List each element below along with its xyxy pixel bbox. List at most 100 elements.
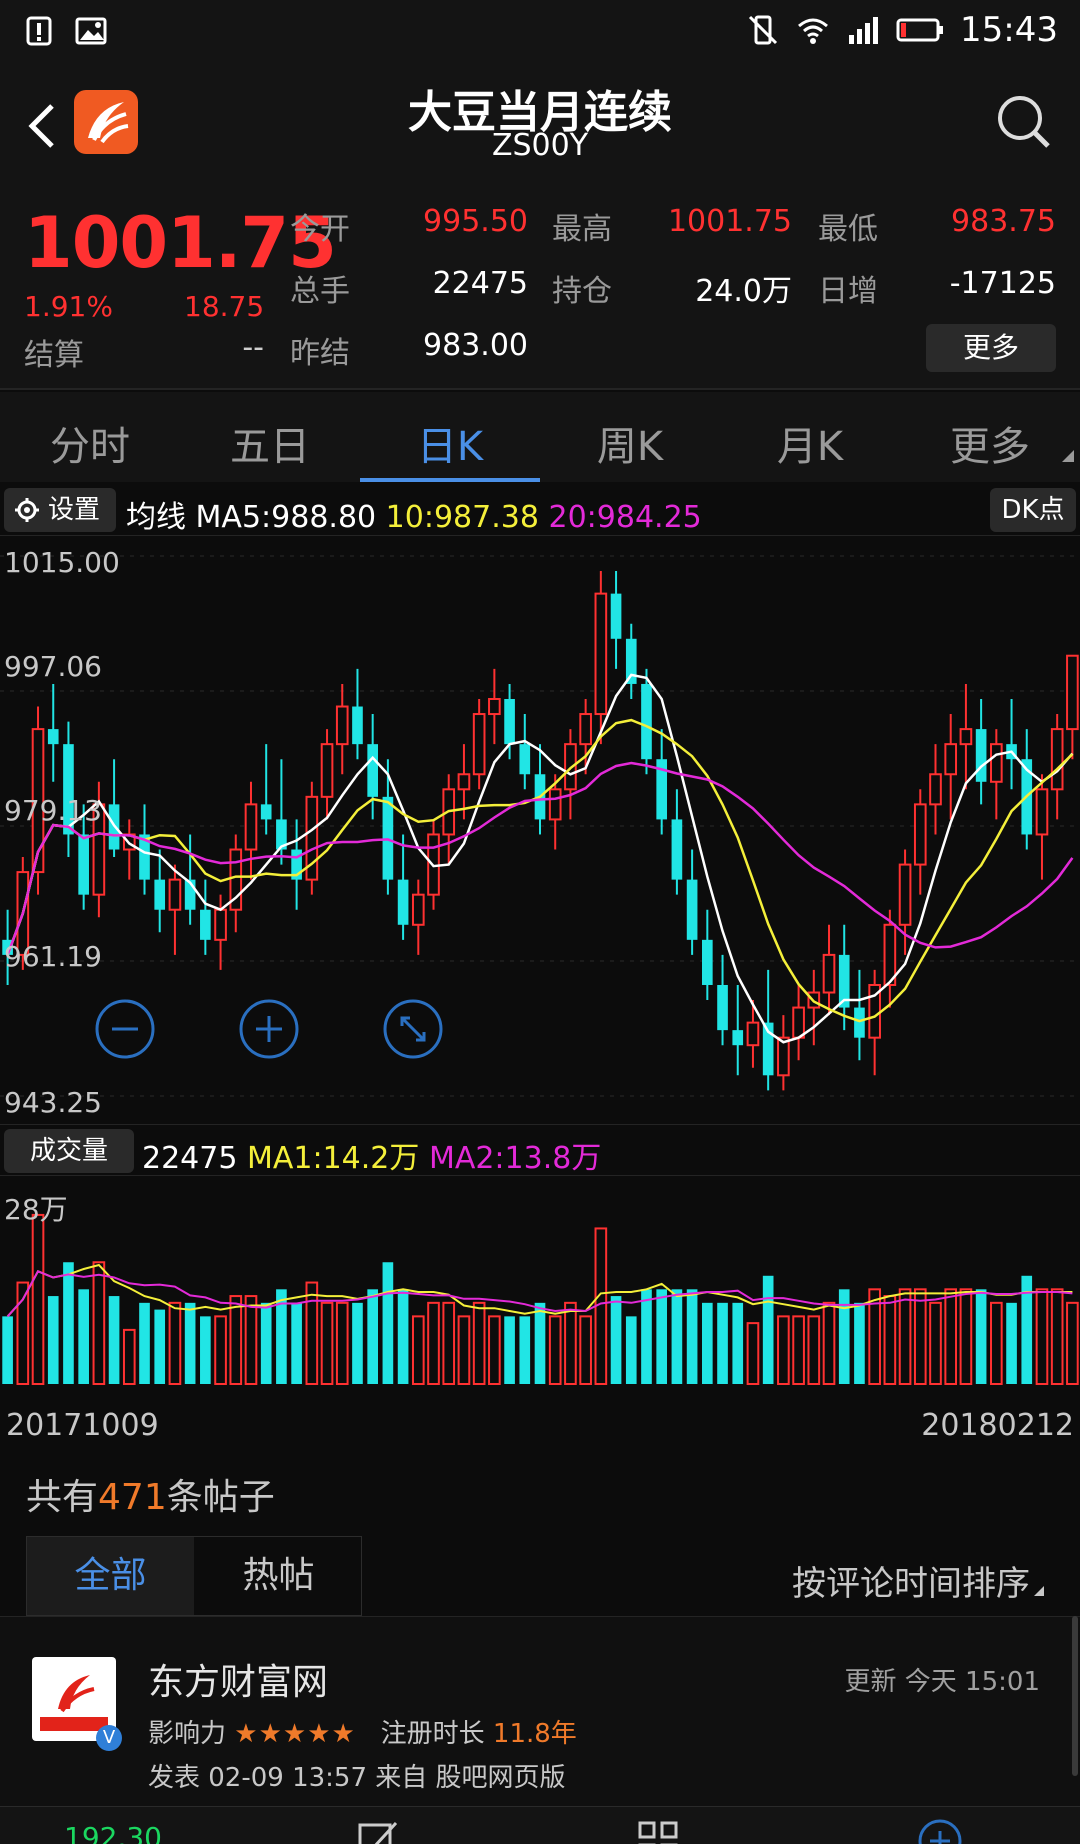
volume-bar-up xyxy=(1050,1288,1064,1385)
volume-bar-up xyxy=(807,1315,821,1385)
low-label: 最低 xyxy=(818,212,878,247)
scrollbar[interactable] xyxy=(1072,1616,1078,1776)
candle-down xyxy=(686,879,698,940)
high-value: 1001.75 xyxy=(667,204,792,239)
candle-down xyxy=(732,1030,744,1046)
candle-up xyxy=(990,743,1003,783)
candle-down xyxy=(641,683,652,760)
volume-bar-down xyxy=(1006,1302,1017,1384)
grid-icon[interactable] xyxy=(634,1817,682,1844)
tab-monthly-k[interactable]: 月K xyxy=(720,414,900,472)
volume-value: 22475 xyxy=(432,266,528,301)
volume-bar-down xyxy=(656,1289,668,1384)
edit-icon[interactable] xyxy=(354,1817,402,1844)
candle-down xyxy=(671,819,683,880)
change-percent: 1.91% xyxy=(24,290,113,323)
candle-up xyxy=(457,773,471,791)
candle-down xyxy=(367,744,378,797)
candle-up xyxy=(959,728,973,746)
post-author[interactable]: 东方财富网 xyxy=(148,1653,328,1705)
candle-up xyxy=(1066,654,1079,731)
post-item[interactable]: V 东方财富网 更新 今天 15:01 影响力 ★★★★★ 注册时长 11.8年… xyxy=(0,1616,1080,1806)
tab-all-posts[interactable]: 全部 xyxy=(27,1537,194,1615)
candle-up xyxy=(411,893,425,926)
volume-bar-down xyxy=(686,1289,698,1384)
candle-up xyxy=(929,773,942,806)
candle-up xyxy=(913,803,927,866)
date-end: 20180212 xyxy=(921,1408,1074,1443)
more-triangle-icon xyxy=(1062,450,1074,462)
candle-up xyxy=(898,863,912,926)
open-interest-label: 持仓 xyxy=(552,274,612,309)
settle-value: -- xyxy=(242,330,264,365)
candle-up xyxy=(335,705,349,746)
candle-up xyxy=(168,878,182,911)
volume-bar-up xyxy=(305,1281,319,1385)
low-value: 983.75 xyxy=(951,204,1056,239)
contract-code: ZS00Y xyxy=(491,128,589,163)
volume-bar-up xyxy=(122,1328,136,1386)
status-bar: 15:43 xyxy=(0,0,1080,62)
wifi-icon xyxy=(798,18,828,44)
volume-value: 22475 xyxy=(142,1141,238,1176)
bottom-price[interactable]: 192.30 xyxy=(64,1821,162,1844)
volume-bar-down xyxy=(854,1302,865,1384)
search-icon[interactable] xyxy=(994,92,1054,152)
settings-button[interactable]: 设置 xyxy=(4,488,116,532)
volume-bar-down xyxy=(260,1302,272,1384)
fullscreen-icon[interactable] xyxy=(382,998,444,1060)
volume-bar-up xyxy=(746,1322,760,1385)
tab-five-day[interactable]: 五日 xyxy=(180,414,360,472)
candlestick-chart[interactable]: 1015.00 997.06 979.13 961.19 943.25 xyxy=(0,536,1080,1124)
prev-settle-label: 昨结 xyxy=(290,336,350,371)
period-tabs: 分时 五日 日K 周K 月K 更多 xyxy=(0,392,1080,482)
volume-bar-down xyxy=(184,1302,196,1384)
posts-count: 共有471条帖子 xyxy=(26,1477,275,1518)
zoom-in-icon[interactable] xyxy=(238,998,300,1060)
tab-intraday[interactable]: 分时 xyxy=(0,414,180,472)
volume-values: 22475 MA1:14.2万 MA2:13.8万 xyxy=(142,1133,601,1177)
volume-max-label: 28万 xyxy=(4,1193,68,1226)
volume-bar-up xyxy=(959,1288,973,1385)
volume-bar-up xyxy=(792,1315,805,1385)
candle-up xyxy=(472,713,486,776)
zoom-out-icon[interactable] xyxy=(94,998,156,1060)
volume-bar-up xyxy=(472,1301,486,1385)
candle-down xyxy=(352,706,363,745)
candle-down xyxy=(504,698,515,745)
volume-bar-up xyxy=(214,1315,227,1385)
quote-more-button[interactable]: 更多 xyxy=(926,324,1056,372)
alert-icon xyxy=(26,16,52,46)
post-influence: 影响力 ★★★★★ 注册时长 11.8年 xyxy=(148,1719,577,1749)
candle-down xyxy=(610,593,622,639)
open-value: 995.50 xyxy=(423,204,528,239)
open-interest-value: 24.0万 xyxy=(695,274,792,309)
open-label: 今开 xyxy=(290,212,350,247)
candle-down xyxy=(519,744,531,775)
settings-label: 设置 xyxy=(48,495,101,525)
tab-hot-posts[interactable]: 热帖 xyxy=(195,1537,362,1615)
volume-bar-up xyxy=(579,1315,592,1385)
candle-up xyxy=(944,743,958,776)
volume-bar-up xyxy=(457,1315,471,1385)
ma-values: 均线 MA5:988.80 10:987.38 20:984.25 xyxy=(126,492,702,536)
candle-up xyxy=(746,1021,760,1047)
tab-weekly-k[interactable]: 周K xyxy=(540,414,720,472)
candle-up xyxy=(1050,728,1064,791)
volume-bar-up xyxy=(898,1288,912,1385)
volume-indicator-button[interactable]: 成交量 xyxy=(4,1129,134,1173)
tab-daily-k[interactable]: 日K xyxy=(360,414,540,472)
add-icon[interactable] xyxy=(916,1817,964,1844)
candle-up xyxy=(1035,788,1049,836)
y-tick-4: 961.19 xyxy=(4,940,102,973)
volume-bar-up xyxy=(244,1295,258,1385)
date-start: 20171009 xyxy=(6,1408,159,1443)
dk-point-button[interactable]: DK点 xyxy=(990,488,1076,532)
tab-more[interactable]: 更多 xyxy=(900,414,1080,472)
sort-button[interactable]: 按评论时间排序 xyxy=(792,1556,1030,1605)
volume-bar-up xyxy=(1066,1301,1079,1385)
battery-icon xyxy=(896,18,944,42)
volume-chart[interactable]: 28万 xyxy=(0,1178,1080,1392)
volume-bar-down xyxy=(367,1289,378,1384)
volume-bar-down xyxy=(2,1316,13,1384)
